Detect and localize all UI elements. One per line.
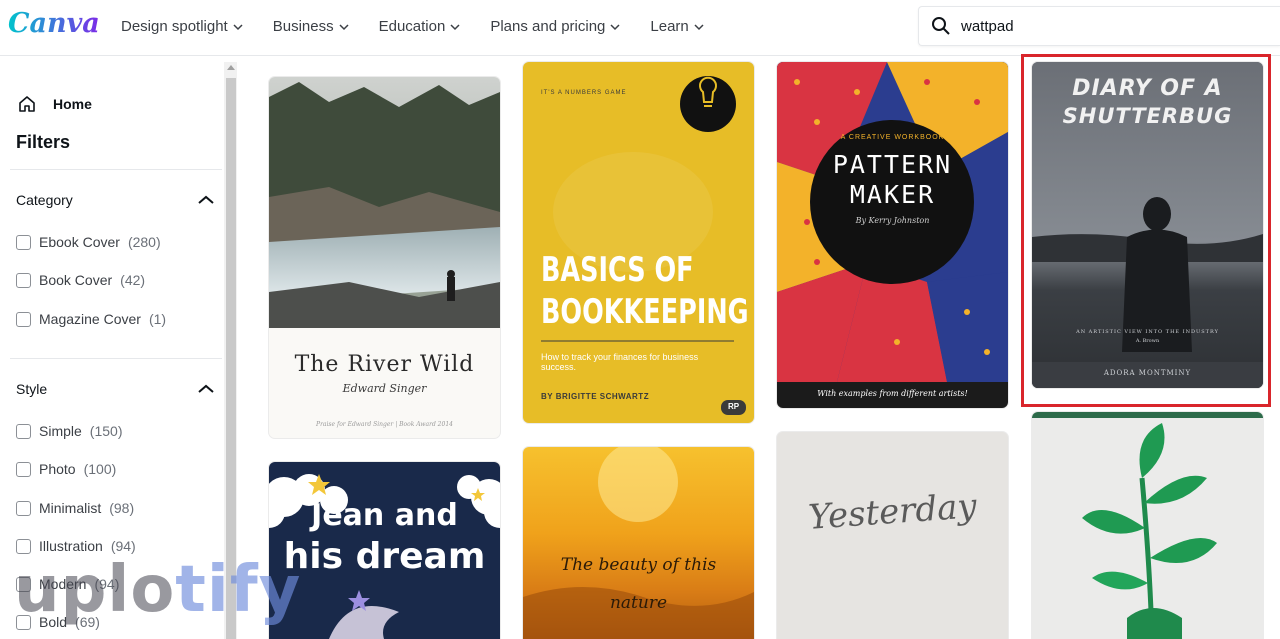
style-section-toggle[interactable]: Style bbox=[16, 381, 214, 397]
divider bbox=[10, 169, 222, 170]
nav-label: Business bbox=[272, 18, 334, 35]
pattern-footer: With examples from different artists! bbox=[817, 389, 968, 398]
nav-label: Design spotlight bbox=[121, 18, 228, 35]
checkbox[interactable] bbox=[16, 461, 31, 477]
nav-learn[interactable]: Learn bbox=[650, 18, 704, 35]
search-icon[interactable] bbox=[931, 16, 951, 36]
nav-label: Learn bbox=[650, 18, 689, 35]
scroll-up-arrow-icon[interactable] bbox=[227, 65, 235, 70]
checkbox[interactable] bbox=[16, 272, 31, 288]
filters-title: Filters bbox=[16, 132, 71, 152]
template-card-plant[interactable] bbox=[1032, 412, 1263, 639]
filter-count: (1) bbox=[148, 311, 167, 327]
nav-plans-and-pricing[interactable]: Plans and pricing bbox=[490, 18, 620, 35]
checkbox[interactable] bbox=[16, 234, 31, 250]
beauty-title-1: The beauty of this bbox=[560, 555, 717, 575]
template-card-yesterday[interactable]: Yesterday bbox=[777, 432, 1008, 639]
checkbox[interactable] bbox=[16, 423, 31, 439]
filter-count: (150) bbox=[89, 423, 123, 439]
filter-label: Ebook Cover bbox=[39, 234, 120, 250]
divider bbox=[10, 358, 222, 359]
river-photo bbox=[269, 77, 500, 328]
filter-ebook-cover[interactable]: Ebook Cover (280) bbox=[16, 234, 161, 250]
beauty-title-2: nature bbox=[609, 593, 668, 613]
nav-design-spotlight[interactable]: Design spotlight bbox=[121, 18, 243, 35]
template-card-beauty-nature[interactable]: The beauty of this nature bbox=[523, 447, 754, 639]
template-card-jean-dream[interactable]: Jean and his dream bbox=[269, 462, 500, 639]
search-bar[interactable] bbox=[918, 6, 1280, 46]
filter-count: (100) bbox=[83, 461, 117, 477]
jean-title-1: Jean and bbox=[311, 498, 458, 533]
filter-count: (42) bbox=[120, 272, 146, 288]
canva-logo[interactable]: Canva bbox=[8, 8, 100, 39]
main-nav: Design spotlight Business Education Plan… bbox=[121, 18, 704, 35]
home-icon bbox=[19, 96, 35, 112]
filter-photo[interactable]: Photo (100) bbox=[16, 461, 116, 477]
filter-label: Photo bbox=[39, 461, 76, 477]
category-title: Category bbox=[16, 192, 73, 208]
watermark-text-a: uplo bbox=[14, 553, 176, 627]
filter-label: Simple bbox=[39, 423, 82, 439]
filter-illustration[interactable]: Illustration (94) bbox=[16, 538, 136, 554]
filter-count: (94) bbox=[110, 538, 136, 554]
nav-label: Education bbox=[378, 18, 446, 35]
selected-highlight-frame bbox=[1021, 54, 1271, 407]
jean-title-2: his dream bbox=[283, 536, 486, 577]
search-input[interactable] bbox=[961, 17, 1241, 35]
filter-count: (280) bbox=[127, 234, 161, 250]
watermark-text-b: tify bbox=[175, 553, 302, 627]
top-navigation-bar: Canva Design spotlight Business Educatio… bbox=[0, 0, 1280, 56]
filter-simple[interactable]: Simple (150) bbox=[16, 423, 122, 439]
template-card-bookkeeping[interactable]: IT'S A NUMBERS GAME BASICS OF BOOKKEEPIN… bbox=[523, 62, 754, 423]
uplotify-watermark: uplotify bbox=[14, 558, 301, 622]
pattern-title-1: PATTERN bbox=[832, 150, 953, 179]
pattern-background bbox=[777, 62, 1008, 382]
bookkeeping-tagline: IT'S A NUMBERS GAME bbox=[541, 90, 627, 96]
filter-book-cover[interactable]: Book Cover (42) bbox=[16, 272, 145, 288]
chevron-up-icon bbox=[198, 384, 214, 393]
filter-label: Minimalist bbox=[39, 500, 102, 516]
bookkeeping-author: BY BRIGITTE SCHWARTZ bbox=[541, 392, 650, 401]
yesterday-title: Yesterday bbox=[807, 486, 978, 538]
pattern-author: By Kerry Johnston bbox=[855, 216, 930, 225]
checkbox[interactable] bbox=[16, 311, 31, 327]
filter-label: Book Cover bbox=[39, 272, 113, 288]
checkbox[interactable] bbox=[16, 500, 31, 516]
home-link[interactable]: Home bbox=[17, 94, 92, 114]
chevron-down-icon bbox=[450, 23, 460, 30]
chevron-up-icon bbox=[198, 195, 214, 204]
checkbox[interactable] bbox=[16, 538, 31, 554]
bookkeeping-title-1: BASICS OF bbox=[541, 250, 694, 290]
template-card-river-wild[interactable]: The River Wild Edward Singer Praise for … bbox=[269, 77, 500, 438]
river-author: Edward Singer bbox=[342, 382, 427, 395]
bookkeeping-subtitle: How to track your finances for business … bbox=[541, 352, 699, 372]
filter-count: (98) bbox=[109, 500, 135, 516]
chevron-down-icon bbox=[233, 23, 243, 30]
nav-business[interactable]: Business bbox=[273, 18, 349, 35]
filter-label: Magazine Cover bbox=[39, 311, 141, 327]
filter-magazine-cover[interactable]: Magazine Cover (1) bbox=[16, 311, 166, 327]
filter-minimalist[interactable]: Minimalist (98) bbox=[16, 500, 134, 516]
river-title: The River Wild bbox=[294, 352, 475, 377]
chevron-down-icon bbox=[339, 23, 349, 30]
pattern-kicker: A CREATIVE WORKBOOK bbox=[840, 134, 945, 141]
river-footer: Praise for Edward Singer | Book Award 20… bbox=[316, 421, 453, 428]
category-section-toggle[interactable]: Category bbox=[16, 192, 214, 208]
nav-education[interactable]: Education bbox=[379, 18, 461, 35]
filter-label: Illustration bbox=[39, 538, 103, 554]
chevron-down-icon bbox=[694, 23, 704, 30]
nav-label: Plans and pricing bbox=[490, 18, 606, 35]
style-title: Style bbox=[16, 381, 48, 397]
pro-badge: RP bbox=[727, 402, 740, 411]
template-card-pattern-maker[interactable]: A CREATIVE WORKBOOK PATTERN MAKER By Ker… bbox=[777, 62, 1008, 408]
home-label: Home bbox=[53, 96, 92, 112]
plant-photo bbox=[1082, 423, 1217, 639]
chevron-down-icon bbox=[610, 23, 620, 30]
bookkeeping-title-2: BOOKKEEPING bbox=[541, 292, 749, 332]
pattern-title-2: MAKER bbox=[849, 180, 936, 209]
